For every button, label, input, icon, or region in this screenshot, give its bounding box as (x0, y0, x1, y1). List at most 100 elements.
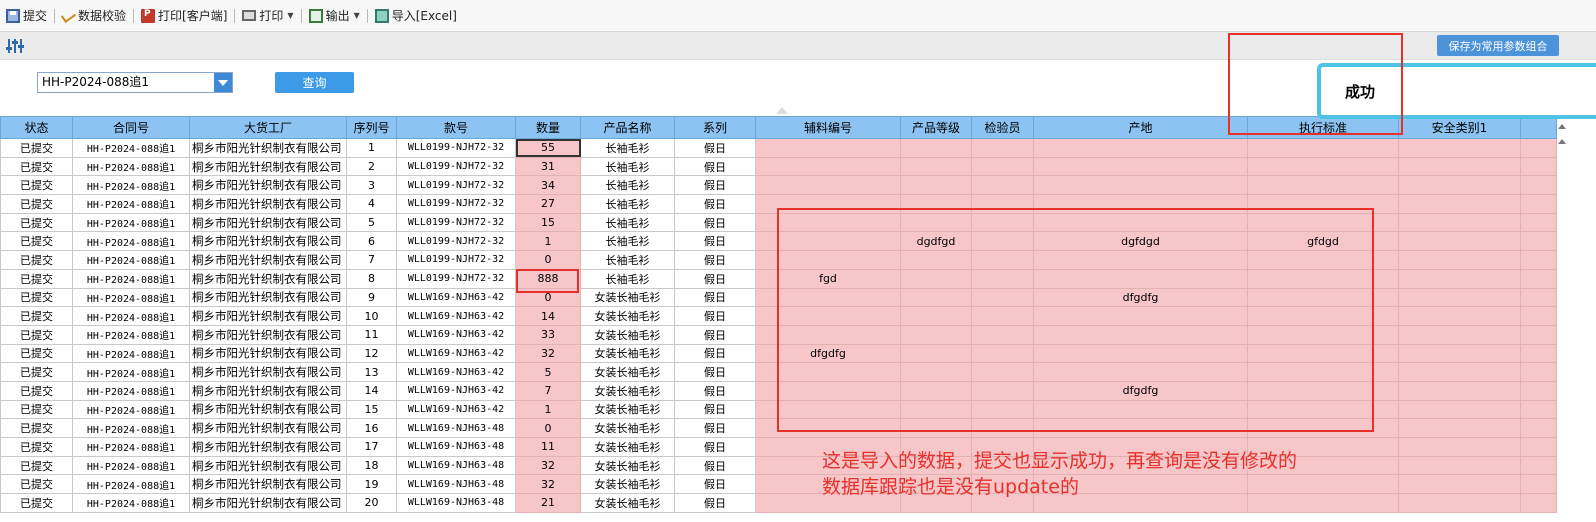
table-row[interactable]: 已提交 HH-P2024-088追1 桐乡市阳光针织制衣有限公司 17 WLLW169-… (0, 437, 1557, 457)
cell-contract-no[interactable]: HH-P2024-088追1 (72, 324, 190, 345)
cell-contract-no[interactable]: HH-P2024-088追1 (72, 437, 190, 457)
chevron-down-icon[interactable] (214, 73, 232, 92)
cell-product-name[interactable]: 长袖毛衫 (580, 138, 675, 158)
cell-contract-no[interactable]: HH-P2024-088追1 (72, 306, 190, 326)
cell-series[interactable]: 假日 (674, 268, 756, 289)
cell-factory[interactable]: 桐乡市阳光针织制衣有限公司 (189, 343, 347, 364)
validate-button[interactable]: 数据校验 (58, 5, 130, 27)
cell-product-name[interactable]: 长袖毛衫 (580, 194, 675, 214)
print-client-button[interactable]: 打印[客户端] (137, 5, 231, 27)
cell-safety-class[interactable] (1398, 306, 1521, 326)
cell-series[interactable]: 假日 (674, 493, 756, 513)
cell-safety-class[interactable] (1398, 324, 1521, 345)
cell-status[interactable]: 已提交 (0, 399, 73, 420)
cell-series[interactable]: 假日 (674, 362, 756, 382)
cell-series[interactable]: 假日 (674, 306, 756, 326)
cell-series[interactable]: 假日 (674, 250, 756, 270)
cell-factory[interactable]: 桐乡市阳光针织制衣有限公司 (189, 418, 347, 438)
cell-series[interactable]: 假日 (674, 380, 756, 401)
cell-product-name[interactable]: 长袖毛衫 (580, 250, 675, 270)
cell-contract-no[interactable]: HH-P2024-088追1 (72, 362, 190, 382)
cell-contract-no[interactable]: HH-P2024-088追1 (72, 156, 190, 177)
cell-style-no[interactable]: WLL0199-NJH72-32 (396, 212, 516, 233)
col-header[interactable]: 产地 (1033, 116, 1248, 139)
cell-product-name[interactable]: 女装长袖毛衫 (580, 306, 675, 326)
cell-safety-class[interactable] (1398, 231, 1521, 252)
cell-style-no[interactable]: WLL0199-NJH72-32 (396, 175, 516, 196)
cell-safety-class[interactable] (1398, 493, 1521, 513)
cell-status[interactable]: 已提交 (0, 156, 73, 177)
cell-inspector[interactable] (971, 156, 1034, 177)
cell-safety-class[interactable] (1398, 437, 1521, 457)
cell-safety-class[interactable] (1398, 250, 1521, 270)
cell-serial-no[interactable]: 3 (346, 175, 397, 196)
cell-product-name[interactable]: 长袖毛衫 (580, 231, 675, 252)
cell-serial-no[interactable]: 20 (346, 493, 397, 513)
contract-select[interactable]: HH-P2024-088追1 (37, 72, 233, 93)
cell-product-name[interactable]: 女装长袖毛衫 (580, 287, 675, 308)
col-header[interactable]: 大货工厂 (189, 116, 347, 139)
cell-status[interactable]: 已提交 (0, 231, 73, 252)
col-header[interactable]: 系列 (674, 116, 756, 139)
cell-safety-class[interactable] (1398, 399, 1521, 420)
cell-serial-no[interactable]: 5 (346, 212, 397, 233)
cell-product-name[interactable]: 女装长袖毛衫 (580, 455, 675, 476)
cell-origin[interactable] (1033, 175, 1248, 196)
cell-product-name[interactable]: 女装长袖毛衫 (580, 493, 675, 513)
cell-contract-no[interactable]: HH-P2024-088追1 (72, 250, 190, 270)
cell-factory[interactable]: 桐乡市阳光针织制衣有限公司 (189, 250, 347, 270)
cell-style-no[interactable]: WLLW169-NJH63-42 (396, 343, 516, 364)
query-button[interactable]: 查询 (275, 72, 354, 93)
cell-series[interactable]: 假日 (674, 231, 756, 252)
cell-product-grade[interactable] (900, 156, 972, 177)
submit-button[interactable]: 提交 (2, 5, 51, 27)
cell-safety-class[interactable] (1398, 287, 1521, 308)
cell-product-name[interactable]: 长袖毛衫 (580, 268, 675, 289)
cell-safety-class[interactable] (1398, 138, 1521, 158)
col-header[interactable]: 数量 (515, 116, 581, 139)
cell-product-name[interactable]: 长袖毛衫 (580, 156, 675, 177)
cell-standard[interactable] (1247, 138, 1399, 158)
cell-safety-class[interactable] (1398, 362, 1521, 382)
cell-series[interactable]: 假日 (674, 156, 756, 177)
cell-status[interactable]: 已提交 (0, 474, 73, 495)
cell-status[interactable]: 已提交 (0, 287, 73, 308)
cell-product-name[interactable]: 长袖毛衫 (580, 212, 675, 233)
cell-serial-no[interactable]: 14 (346, 380, 397, 401)
col-header[interactable]: 合同号 (72, 116, 190, 139)
cell-quantity[interactable]: 7 (515, 380, 581, 401)
col-header[interactable]: 安全类别1 (1398, 116, 1521, 139)
cell-safety-class[interactable] (1398, 455, 1521, 476)
cell-contract-no[interactable]: HH-P2024-088追1 (72, 194, 190, 214)
cell-style-no[interactable]: WLLW169-NJH63-42 (396, 287, 516, 308)
cell-status[interactable]: 已提交 (0, 212, 73, 233)
cell-series[interactable]: 假日 (674, 175, 756, 196)
cell-series[interactable]: 假日 (674, 212, 756, 233)
cell-series[interactable]: 假日 (674, 455, 756, 476)
cell-serial-no[interactable]: 16 (346, 418, 397, 438)
cell-serial-no[interactable]: 2 (346, 156, 397, 177)
cell-contract-no[interactable]: HH-P2024-088追1 (72, 455, 190, 476)
table-row[interactable]: 已提交 HH-P2024-088追1 桐乡市阳光针织制衣有限公司 2 WLL0199-N… (0, 156, 1557, 177)
col-header[interactable]: 序列号 (346, 116, 397, 139)
cell-contract-no[interactable]: HH-P2024-088追1 (72, 175, 190, 196)
cell-product-name[interactable]: 女装长袖毛衫 (580, 324, 675, 345)
cell-serial-no[interactable]: 12 (346, 343, 397, 364)
cell-series[interactable]: 假日 (674, 399, 756, 420)
print-button[interactable]: 打印 ▼ (238, 5, 297, 27)
cell-series[interactable]: 假日 (674, 418, 756, 438)
cell-status[interactable]: 已提交 (0, 268, 73, 289)
cell-contract-no[interactable]: HH-P2024-088追1 (72, 418, 190, 438)
table-row[interactable]: 已提交 HH-P2024-088追1 桐乡市阳光针织制衣有限公司 19 WLLW169-… (0, 474, 1557, 495)
cell-style-no[interactable]: WLL0199-NJH72-32 (396, 268, 516, 289)
cell-style-no[interactable]: WLLW169-NJH63-48 (396, 455, 516, 476)
col-header[interactable]: 辅料编号 (755, 116, 901, 139)
cell-style-no[interactable]: WLL0199-NJH72-32 (396, 138, 516, 158)
cell-serial-no[interactable]: 18 (346, 455, 397, 476)
cell-safety-class[interactable] (1398, 175, 1521, 196)
cell-series[interactable]: 假日 (674, 194, 756, 214)
cell-style-no[interactable]: WLLW169-NJH63-48 (396, 474, 516, 495)
cell-origin[interactable] (1033, 156, 1248, 177)
cell-quantity[interactable]: 55 (515, 138, 581, 158)
cell-factory[interactable]: 桐乡市阳光针织制衣有限公司 (189, 455, 347, 476)
